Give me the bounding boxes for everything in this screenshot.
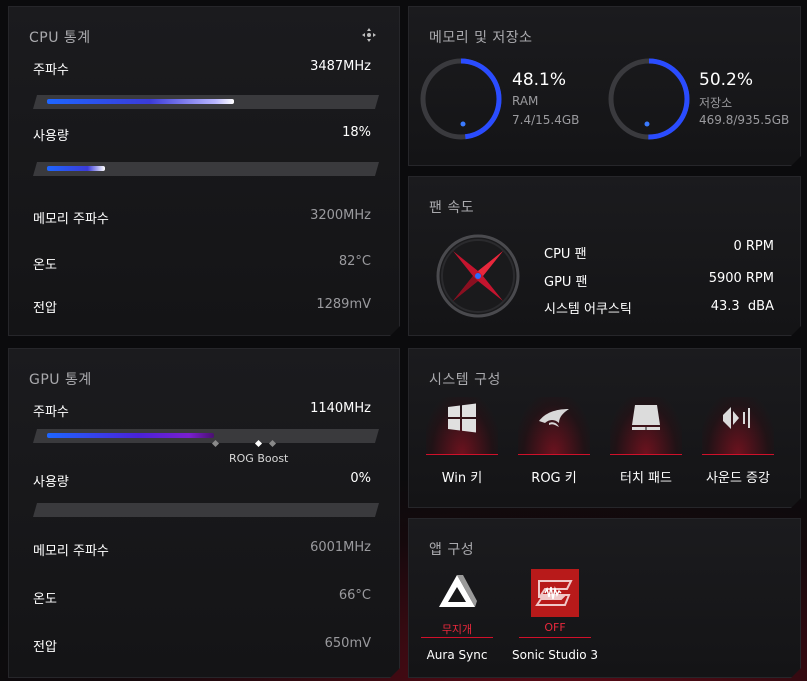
cpu-usage-label: 사용량 — [33, 129, 69, 144]
ram-percent: 48.1% — [512, 70, 567, 90]
memory-storage-title: 메모리 및 저장소 — [429, 30, 533, 46]
touchpad-toggle[interactable] — [610, 397, 682, 455]
memory-storage-panel: 메모리 및 저장소 48.1% RAM 7.4/15.4GB 50.2% 저장소… — [408, 6, 801, 166]
cpu-usage-value: 18% — [342, 125, 371, 140]
cpu-freq-value: 3487MHz — [310, 59, 371, 74]
rog-eye-icon — [537, 403, 571, 433]
sound-boost-label: 사운드 증강 — [706, 471, 770, 486]
cpu-freq-bar — [33, 95, 379, 109]
sonic-studio-state: OFF — [544, 621, 566, 634]
cpu-temp-label: 온도 — [33, 258, 57, 273]
cpu-freq-bar-fill — [47, 99, 234, 104]
storage-percent: 50.2% — [699, 70, 754, 90]
fan-speed-panel: 팬 속도 CPU 팬 0 RPM GPU 팬 5900 RPM 시스템 어쿠스틱… — [408, 176, 801, 336]
gpu-fan-label: GPU 팬 — [544, 275, 588, 290]
sound-boost-toggle[interactable] — [702, 397, 774, 455]
cpu-usage-bar — [33, 162, 379, 176]
cpu-stats-title: CPU 통계 — [29, 30, 91, 46]
sonic-studio-icon — [531, 569, 579, 617]
rog-key-toggle[interactable] — [518, 397, 590, 455]
sonic-studio-name: Sonic Studio 3 — [512, 648, 598, 662]
gpu-mem-label: 메모리 주파수 — [33, 544, 109, 559]
rog-boost-label: ROG Boost — [229, 452, 289, 465]
storage-detail: 469.8/935.5GB — [699, 113, 790, 127]
touchpad-label: 터치 패드 — [620, 471, 672, 486]
system-acoustic-value: 43.3 dBA — [710, 299, 774, 314]
gpu-freq-bar-fill — [47, 433, 214, 438]
cpu-freq-label: 주파수 — [33, 63, 69, 78]
gpu-temp-value: 66°C — [338, 588, 371, 603]
windows-icon — [445, 403, 479, 433]
aura-sync-underline — [421, 637, 493, 638]
gpu-usage-value: 0% — [350, 471, 371, 486]
fan-speed-title: 팬 속도 — [429, 200, 475, 216]
win-key-toggle[interactable] — [426, 397, 498, 455]
sound-boost-icon — [721, 403, 755, 433]
gpu-usage-label: 사용량 — [33, 475, 69, 490]
gpu-fan-value: 5900 RPM — [708, 271, 774, 286]
cpu-temp-value: 82°C — [338, 254, 371, 269]
gpu-freq-bar — [33, 429, 379, 443]
storage-label: 저장소 — [699, 96, 733, 110]
gpu-mem-value: 6001MHz — [310, 540, 371, 555]
cpu-volt-label: 전압 — [33, 301, 57, 316]
aura-sync-icon — [433, 569, 481, 617]
aura-sync-state: 무지개 — [441, 623, 473, 636]
gpu-stats-title: GPU 통계 — [29, 372, 92, 388]
fan-x-icon[interactable] — [435, 233, 521, 319]
gpu-volt-label: 전압 — [33, 640, 57, 655]
app-config-panel: 앱 구성 무지개 Aura Sync OFF Sonic Studio 3 — [408, 518, 801, 678]
cpu-fan-label: CPU 팬 — [544, 247, 587, 262]
move-icon[interactable] — [361, 27, 377, 43]
rog-key-label: ROG 키 — [531, 471, 577, 486]
gpu-freq-label: 주파수 — [33, 405, 69, 420]
cpu-mem-label: 메모리 주파수 — [33, 212, 109, 227]
ram-detail: 7.4/15.4GB — [512, 113, 580, 127]
cpu-stats-panel: CPU 통계 주파수 3487MHz 사용량 18% 메모리 주파수 3200M… — [8, 6, 400, 336]
cpu-volt-value: 1289mV — [316, 297, 371, 312]
gpu-freq-value: 1140MHz — [310, 401, 371, 416]
cpu-mem-value: 3200MHz — [310, 208, 371, 223]
app-config-title: 앱 구성 — [429, 542, 475, 558]
ram-gauge — [417, 55, 505, 143]
system-acoustic-label: 시스템 어쿠스틱 — [544, 302, 632, 317]
cpu-fan-value: 0 RPM — [733, 239, 774, 254]
gpu-volt-value: 650mV — [324, 636, 371, 651]
gpu-stats-panel: GPU 통계 주파수 1140MHz ROG Boost 사용량 0% 메모리 … — [8, 348, 400, 678]
win-key-label: Win 키 — [441, 471, 483, 486]
ram-label: RAM — [512, 94, 539, 108]
sonic-studio-underline — [519, 637, 591, 638]
system-config-title: 시스템 구성 — [429, 372, 501, 388]
aura-sync-name: Aura Sync — [426, 648, 488, 662]
system-config-panel: 시스템 구성 Win 키 ROG 키 터치 패드 사운드 증강 — [408, 348, 801, 508]
gpu-usage-bar — [33, 503, 379, 517]
touchpad-icon — [629, 403, 663, 433]
storage-gauge — [605, 55, 693, 143]
gpu-temp-label: 온도 — [33, 592, 57, 607]
cpu-usage-bar-fill — [47, 166, 105, 171]
